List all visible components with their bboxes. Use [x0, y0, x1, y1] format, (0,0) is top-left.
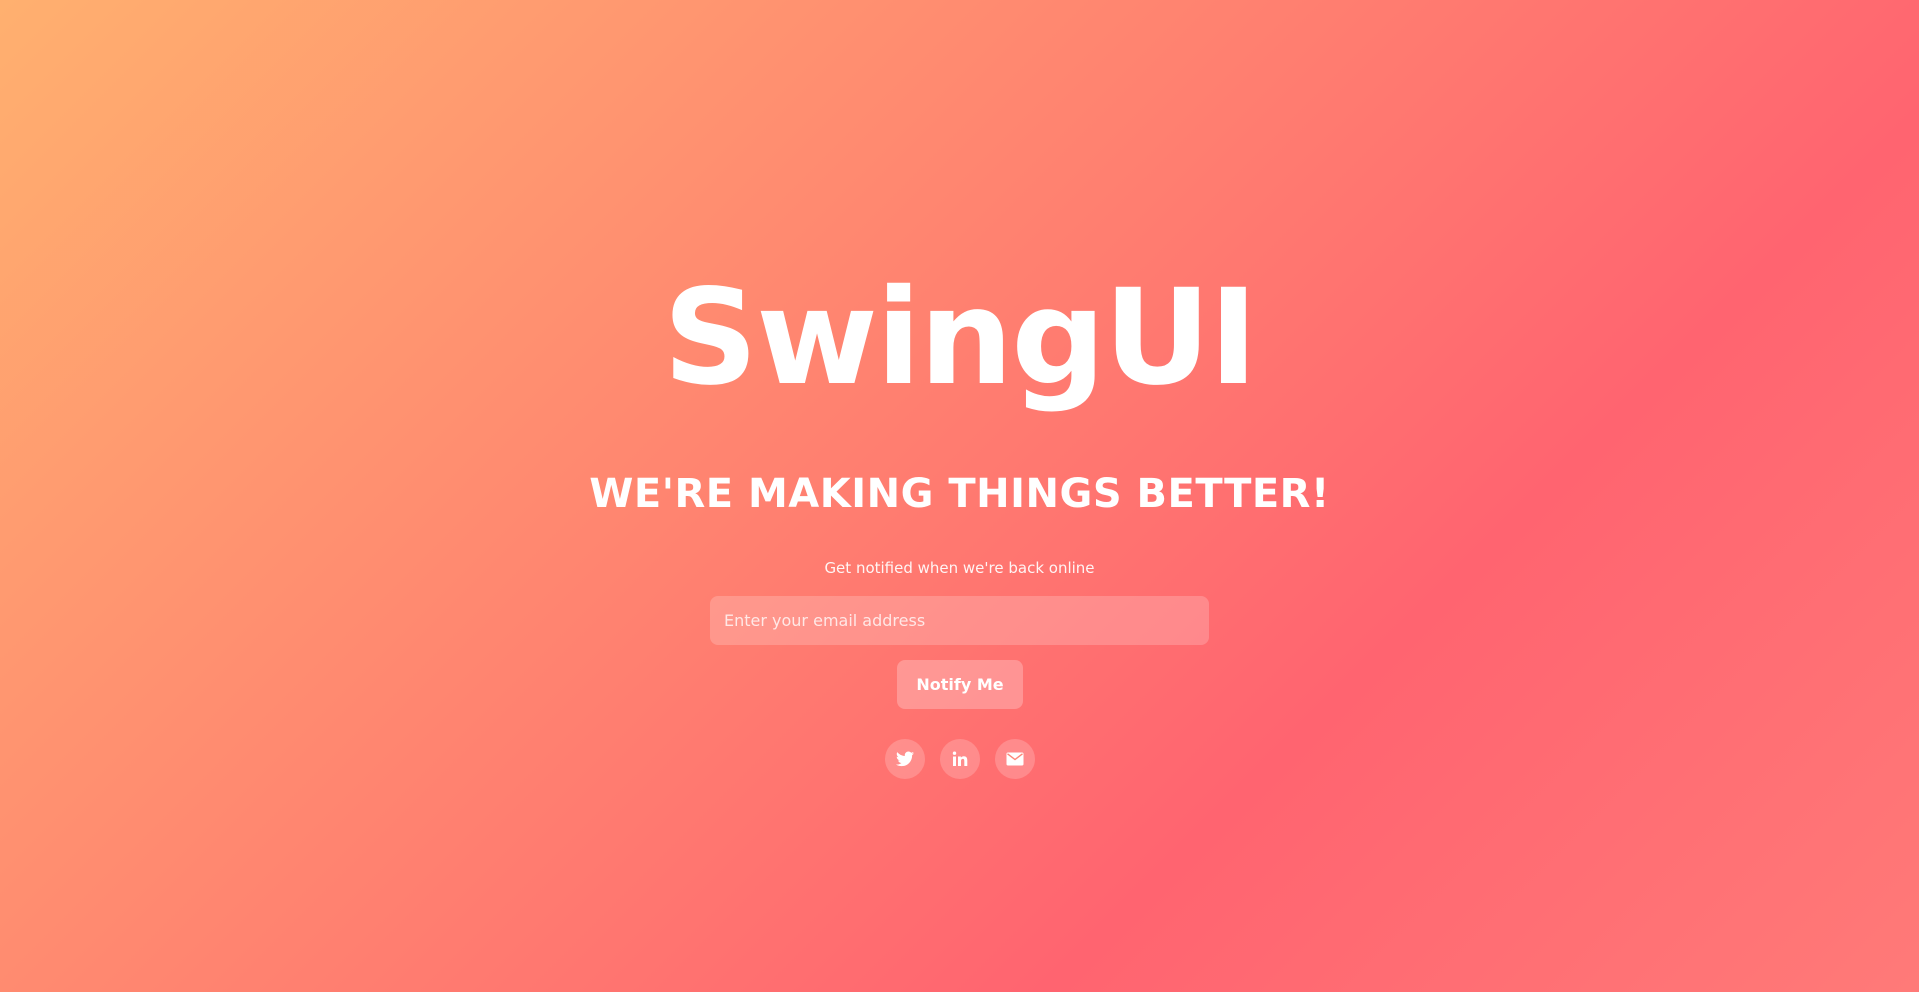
twitter-link[interactable]	[885, 739, 925, 779]
email-input[interactable]	[710, 596, 1209, 645]
notify-subtitle: Get notified when we're back online	[824, 559, 1095, 577]
linkedin-link[interactable]	[940, 739, 980, 779]
email-icon	[1006, 752, 1024, 766]
page-headline: WE'RE MAKING THINGS BETTER!	[589, 471, 1330, 517]
email-link[interactable]	[995, 739, 1035, 779]
linkedin-icon	[952, 751, 968, 767]
brand-logo: SwingUI	[662, 261, 1258, 415]
twitter-icon	[896, 751, 914, 767]
notify-me-button[interactable]: Notify Me	[897, 660, 1023, 709]
